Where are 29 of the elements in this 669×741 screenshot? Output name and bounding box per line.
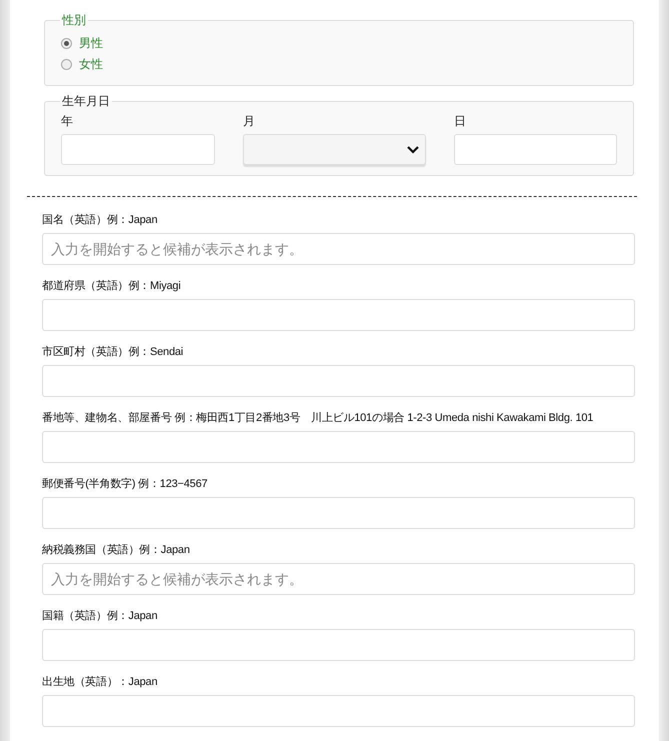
field-label: 番地等、建物名、部屋番号 例：梅田西1丁目2番地3号 川上ビル101の場合 1-2-3 Umeda nishi Kawakami Bldg. 101: [42, 411, 594, 425]
input-field[interactable]: [42, 497, 635, 529]
input-field[interactable]: [42, 365, 635, 397]
input-field[interactable]: [42, 629, 635, 661]
input-field[interactable]: [42, 299, 635, 331]
input-field[interactable]: 入力を開始すると候補が表示されます。: [42, 563, 635, 595]
field-label: 国籍（英語）例：Japan: [42, 609, 158, 623]
radio-icon[interactable]: [61, 59, 72, 70]
field-label: 国名（英語）例：Japan: [42, 213, 158, 227]
input-field[interactable]: [61, 134, 215, 165]
radio-option[interactable]: 女性: [61, 54, 617, 75]
month-select[interactable]: [243, 134, 426, 165]
radio-option[interactable]: 男性: [61, 33, 617, 54]
field-label: 納税義務国（英語）例：Japan: [42, 543, 191, 557]
field-label: 郵便番号(半角数字) 例：123−4567: [42, 477, 208, 491]
field-label: 市区町村（英語）例：Sendai: [42, 345, 184, 359]
field-label: 年: [61, 114, 74, 128]
radio-icon[interactable]: [61, 38, 72, 49]
field-label: 月: [243, 114, 256, 128]
input-field[interactable]: 入力を開始すると候補が表示されます。: [42, 233, 635, 265]
chevron-down-icon: [407, 146, 419, 154]
field-label: 日: [454, 114, 467, 128]
input-field[interactable]: [42, 695, 635, 727]
group-legend: 性別: [60, 13, 88, 27]
field-label: 都道府県（英語）例：Miyagi: [42, 279, 182, 293]
input-field[interactable]: [42, 431, 635, 463]
field-label: 出生地（英語）：Japan: [42, 675, 158, 689]
input-field[interactable]: [454, 134, 617, 165]
group-legend: 生年月日: [60, 94, 112, 108]
